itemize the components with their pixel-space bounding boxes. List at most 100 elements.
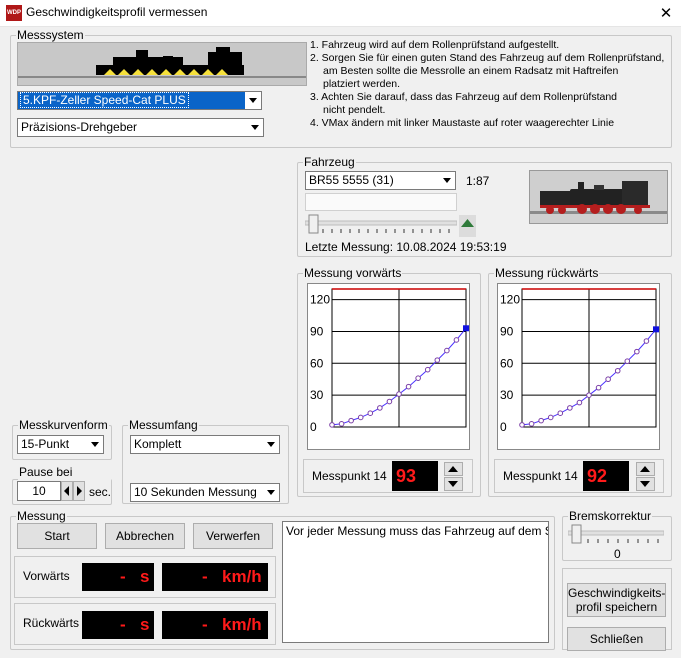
steam-locomotive-icon: [530, 181, 667, 214]
y-tick-label: 90: [310, 324, 324, 338]
data-point: [624, 358, 631, 364]
close-icon[interactable]: ✕: [651, 0, 681, 27]
instruction-line: 1. Fahrzeug wird auf dem Rollenprüfstand…: [310, 39, 560, 51]
vehicle-select[interactable]: BR55 5555 (31): [305, 171, 456, 190]
curve-form-select[interactable]: 15-Punkt: [17, 435, 104, 454]
instruction-line: 3. Achten Sie darauf, dass das Fahrzeug …: [310, 91, 618, 103]
y-tick-label: 30: [500, 388, 514, 402]
speed-trackbar[interactable]: [304, 213, 458, 235]
data-point: [444, 347, 450, 354]
data-point: [567, 405, 573, 411]
pause-unit: sec.: [89, 485, 112, 499]
sensor-select[interactable]: Präzisions-Drehgeber: [17, 118, 264, 137]
data-point: [453, 337, 460, 343]
messsystem-legend: Messsystem: [17, 28, 84, 42]
chevron-down-icon: [87, 436, 103, 453]
instructions: 1. Fahrzeug wird auf dem Rollenprüfstand…: [310, 39, 664, 130]
chevron-down-icon: [263, 436, 279, 453]
forward-time-value: -: [120, 567, 126, 586]
data-point: [519, 422, 525, 428]
data-point: [614, 367, 621, 374]
y-tick-label: 60: [500, 356, 514, 370]
instruction-line: platziert werden.: [323, 78, 401, 90]
pause-increment-icon[interactable]: [73, 481, 85, 501]
instruction-line: am Besten sollte die Messrolle an einem …: [323, 65, 619, 77]
data-point: [643, 338, 650, 344]
data-point: [576, 399, 583, 406]
data-point: [357, 414, 364, 421]
device-select[interactable]: 5.KPF-Zeller Speed-Cat PLUS: [17, 91, 262, 110]
backward-time-value: -: [120, 615, 126, 634]
backward-label: Rückwärts: [23, 616, 80, 630]
save-profile-button[interactable]: Geschwindigkeits- profil speichern: [567, 583, 666, 617]
chevron-down-icon: [263, 484, 279, 501]
start-button[interactable]: Start: [17, 523, 97, 549]
data-point: [348, 417, 354, 424]
save-profile-line1: Geschwindigkeits-: [568, 586, 666, 600]
close-button[interactable]: Schließen: [567, 627, 666, 651]
forward-down-icon[interactable]: [444, 477, 463, 491]
backward-speed-display: - km/h: [162, 611, 268, 639]
forward-up-icon[interactable]: [444, 462, 463, 476]
vehicle-select-value: BR55 5555 (31): [309, 173, 394, 187]
chevron-down-icon: [245, 92, 261, 109]
forward-speed-display: - km/h: [162, 563, 268, 591]
scope-select[interactable]: Komplett: [130, 435, 280, 454]
speedcat-image: [17, 42, 307, 86]
brake-trackbar[interactable]: [567, 523, 665, 545]
y-tick-label: 0: [310, 420, 317, 434]
duration-select-value: 10 Sekunden Messung: [134, 485, 257, 499]
messumfang-legend: Messumfang: [129, 418, 198, 432]
backward-point-display: 92: [583, 461, 629, 491]
instruction-line: 4. VMax ändern mit linker Maustaste auf …: [310, 117, 615, 129]
forward-point-display: 93: [392, 461, 438, 491]
last-measurement: Letzte Messung: 10.08.2024 19:53:19: [305, 240, 507, 254]
backward-point-label: Messpunkt 14: [503, 469, 578, 483]
forward-label: Vorwärts: [23, 569, 70, 583]
backward-time-unit: s: [140, 615, 150, 634]
device-select-value: 5.KPF-Zeller Speed-Cat PLUS: [20, 92, 189, 108]
y-tick-label: 0: [500, 420, 507, 434]
data-point: [367, 410, 374, 416]
data-point: [634, 348, 640, 355]
messung-legend: Messung: [17, 509, 66, 523]
sensor-select-value: Präzisions-Drehgeber: [21, 120, 138, 134]
brake-value: 0: [614, 547, 621, 561]
discard-button[interactable]: Verwerfen: [193, 523, 273, 549]
data-point: [396, 391, 402, 397]
log-textarea[interactable]: Vor jeder Messung muss das Fahrzeug auf …: [282, 521, 549, 643]
y-tick-label: 30: [310, 388, 324, 402]
window-title: Geschwindigkeitsprofil vermessen: [26, 5, 208, 19]
pause-input[interactable]: 10: [17, 481, 61, 501]
y-tick-label: 120: [310, 293, 330, 307]
forward-speed-unit: km/h: [222, 567, 262, 586]
save-profile-line2: profil speichern: [575, 600, 658, 614]
increment-arrow-icon[interactable]: [459, 215, 476, 237]
backward-time-display: - s: [82, 611, 154, 639]
backward-down-icon[interactable]: [636, 477, 655, 491]
backward-speed-value: -: [202, 615, 208, 634]
data-point-selected: [653, 326, 659, 333]
y-tick-label: 60: [310, 356, 324, 370]
duration-select[interactable]: 10 Sekunden Messung: [130, 483, 280, 502]
backward-chart[interactable]: 120 90 60 30 0: [497, 283, 660, 450]
data-point: [405, 383, 412, 390]
forward-speed-value: -: [202, 567, 208, 586]
data-point: [415, 375, 421, 381]
rueckwaerts-legend: Messung rückwärts: [495, 266, 599, 280]
data-point: [605, 376, 611, 383]
y-tick-label: 120: [500, 293, 520, 307]
vehicle-image: [529, 170, 668, 224]
data-point: [386, 398, 393, 405]
data-point: [329, 422, 335, 428]
backward-speed-unit: km/h: [222, 615, 262, 634]
progress-bar: [305, 193, 457, 211]
data-point: [586, 392, 592, 398]
backward-up-icon[interactable]: [636, 462, 655, 476]
abort-button[interactable]: Abbrechen: [105, 523, 185, 549]
data-point: [557, 410, 564, 416]
forward-chart[interactable]: 120 90 60 30 0: [307, 283, 470, 450]
data-point: [528, 421, 535, 427]
vehicle-scale: 1:87: [466, 174, 490, 188]
pause-decrement-icon[interactable]: [61, 481, 73, 501]
